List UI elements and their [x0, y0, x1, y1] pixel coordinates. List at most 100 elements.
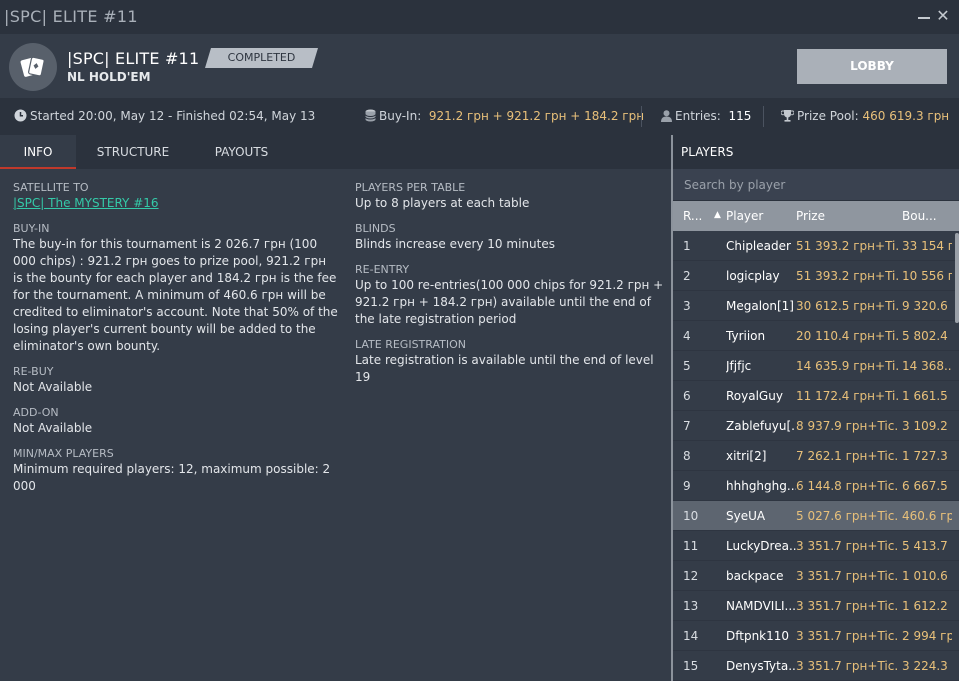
table-row[interactable]: 8 xitri[2] 7 262.1 грн+Tic... 1 727.3 ... — [673, 441, 959, 471]
tab-payouts[interactable]: PAYOUTS — [203, 135, 280, 169]
table-row[interactable]: 1 Chipleader 51 393.2 грн+Ti... 33 154 г... — [673, 231, 959, 261]
rank-cell: 6 — [683, 389, 691, 403]
clock-icon — [14, 109, 27, 122]
tournament-name: |SPC| ELITE #11 — [67, 49, 200, 68]
table-row[interactable]: 15 DenysTyta... 3 351.7 грн+Tic... 3 224.3 … — [673, 651, 959, 681]
prizepool-label: Prize Pool: — [797, 109, 859, 123]
prize-cell: 3 351.7 грн+Tic... — [796, 659, 898, 673]
game-type: NL HOLD'EM — [67, 70, 151, 84]
players-table-header: R... ▲ Player Prize Bou... — [673, 201, 959, 231]
table-row[interactable]: 12 backpace 3 351.7 грн+Tic... 1 010.6 ... — [673, 561, 959, 591]
players-scrollbar[interactable] — [953, 231, 959, 681]
player-cell: logicplay — [726, 269, 780, 283]
player-cell: xitri[2] — [726, 449, 767, 463]
bounty-cell: 10 556 г... — [902, 269, 952, 283]
player-search — [673, 169, 959, 201]
table-row[interactable]: 14 Dftpnk110 3 351.7 грн+Tic... 2 994 гр... — [673, 621, 959, 651]
rebuy-heading: RE-BUY — [13, 365, 54, 378]
player-cell: Tyriion — [726, 329, 766, 343]
close-button[interactable]: ✕ — [933, 6, 953, 28]
tab-structure[interactable]: STRUCTURE — [87, 135, 179, 169]
bounty-cell: 1 727.3 ... — [902, 449, 952, 463]
player-cell: Zablefuyu[... — [726, 419, 796, 433]
rank-cell: 8 — [683, 449, 691, 463]
table-row[interactable]: 4 Tyriion 20 110.4 грн+Ti... 5 802.4 ... — [673, 321, 959, 351]
table-row[interactable]: 13 NAMDVILI...3 351.7 грн+Tic... 1 612.2 .… — [673, 591, 959, 621]
rank-cell: 9 — [683, 479, 691, 493]
rank-cell: 4 — [683, 329, 691, 343]
bounty-cell: 14 368.... — [902, 359, 952, 373]
players-panel: PLAYERS R... ▲ Player Prize Bou... 1 Chip… — [673, 135, 959, 681]
buyin-label: Buy-In: — [379, 109, 422, 123]
prizepool-info: Prize Pool: 460 619.3 грн — [781, 109, 949, 123]
prize-cell: 3 351.7 грн+Tic... — [796, 569, 898, 583]
blinds-heading: BLINDS — [355, 222, 396, 235]
cards-icon — [20, 56, 45, 77]
table-row[interactable]: 6 RoyalGuy 11 172.4 грн+Ti... 1 661.5 ... — [673, 381, 959, 411]
bounty-cell: 3 109.2 ... — [902, 419, 952, 433]
satellite-heading: SATELLITE TO — [13, 181, 89, 194]
table-row[interactable]: 9 hhhghghg...6 144.8 грн+Tic... 6 667.5 ..… — [673, 471, 959, 501]
prize-cell: 30 612.5 грн+Ti... — [796, 299, 898, 313]
minimize-icon — [918, 17, 930, 19]
user-icon — [661, 110, 672, 122]
prize-cell: 14 635.9 грн+Ti... — [796, 359, 898, 373]
player-cell: Megalon[1] — [726, 299, 794, 313]
player-cell: Chipleader — [726, 239, 791, 253]
info-column-left: SATELLITE TO |SPC| The MYSTERY #16 BUY-I… — [13, 181, 338, 505]
column-player[interactable]: Player — [726, 209, 763, 223]
rank-cell: 5 — [683, 359, 691, 373]
lobby-button[interactable]: LOBBY — [797, 49, 947, 84]
column-rank[interactable]: R... — [683, 209, 702, 223]
player-cell: SyeUA — [726, 509, 766, 523]
times-info: Started 20:00, May 12 - Finished 02:54, … — [14, 109, 315, 123]
buyin-heading: BUY-IN — [13, 222, 50, 235]
tournament-header: |SPC| ELITE #11 NL HOLD'EM COMPLETED LOB… — [0, 34, 959, 98]
table-row[interactable]: 5 Jfjfjc 14 635.9 грн+Ti... 14 368.... — [673, 351, 959, 381]
prize-cell: 3 351.7 грн+Tic... — [796, 629, 898, 643]
rank-cell: 2 — [683, 269, 691, 283]
reentry-heading: RE-ENTRY — [355, 263, 410, 276]
satellite-link[interactable]: |SPC| The MYSTERY #16 — [13, 196, 159, 210]
column-prize[interactable]: Prize — [796, 209, 825, 223]
rank-cell: 1 — [683, 239, 691, 253]
rank-cell: 13 — [683, 599, 699, 613]
entries-value: 115 — [728, 109, 752, 123]
player-cell: LuckyDrea... — [726, 539, 796, 553]
tab-info[interactable]: INFO — [0, 135, 76, 169]
rank-cell: 3 — [683, 299, 691, 313]
buyin-text: The buy-in for this tournament is 2 026.… — [13, 237, 338, 353]
info-column-right: PLAYERS PER TABLE Up to 8 players at eac… — [355, 181, 667, 396]
rank-cell: 10 — [683, 509, 699, 523]
bounty-cell: 2 994 гр... — [902, 629, 952, 643]
bounty-cell: 5 413.7 ... — [902, 539, 952, 553]
info-panel: SATELLITE TO |SPC| The MYSTERY #16 BUY-I… — [0, 169, 671, 681]
table-row[interactable]: 11 LuckyDrea... 3 351.7 грн+Tic... 5 413.7 … — [673, 531, 959, 561]
table-row[interactable]: 7 Zablefuyu[... 8 937.9 грн+Tic... 3 109.2 … — [673, 411, 959, 441]
status-badge: COMPLETED — [205, 48, 318, 68]
column-bounty[interactable]: Bou... — [902, 209, 937, 223]
ppt-text: Up to 8 players at each table — [355, 196, 530, 210]
prize-cell: 51 393.2 грн+Ti... — [796, 269, 898, 283]
player-cell: Dftpnk110 — [726, 629, 790, 643]
table-row[interactable]: 10 SyeUA 5 027.6 грн+Tic... 460.6 грн — [673, 501, 959, 531]
player-cell: Jfjfjc — [726, 359, 752, 373]
late-reg-text: Late registration is available until the… — [355, 353, 654, 384]
minimize-button[interactable] — [914, 6, 934, 28]
bounty-cell: 5 802.4 ... — [902, 329, 952, 343]
entries-label: Entries: — [675, 109, 721, 123]
table-row[interactable]: 3 Megalon[1]30 612.5 грн+Ti... 9 320.6 ... — [673, 291, 959, 321]
bounty-cell: 1 612.2 ... — [902, 599, 952, 613]
prize-cell: 8 937.9 грн+Tic... — [796, 419, 898, 433]
player-search-input[interactable] — [673, 169, 959, 201]
prize-cell: 6 144.8 грн+Tic... — [796, 479, 898, 493]
window-title: |SPC| ELITE #11 — [4, 7, 138, 26]
trophy-icon — [781, 110, 794, 122]
bounty-cell: 6 667.5 ... — [902, 479, 952, 493]
tab-bar: INFO STRUCTURE PAYOUTS — [0, 135, 671, 169]
table-row[interactable]: 2 logicplay 51 393.2 грн+Ti... 10 556 г... — [673, 261, 959, 291]
player-cell: backpace — [726, 569, 784, 583]
prize-cell: 5 027.6 грн+Tic... — [796, 509, 898, 523]
sort-asc-icon: ▲ — [714, 210, 721, 220]
scrollbar-thumb[interactable] — [955, 233, 959, 323]
